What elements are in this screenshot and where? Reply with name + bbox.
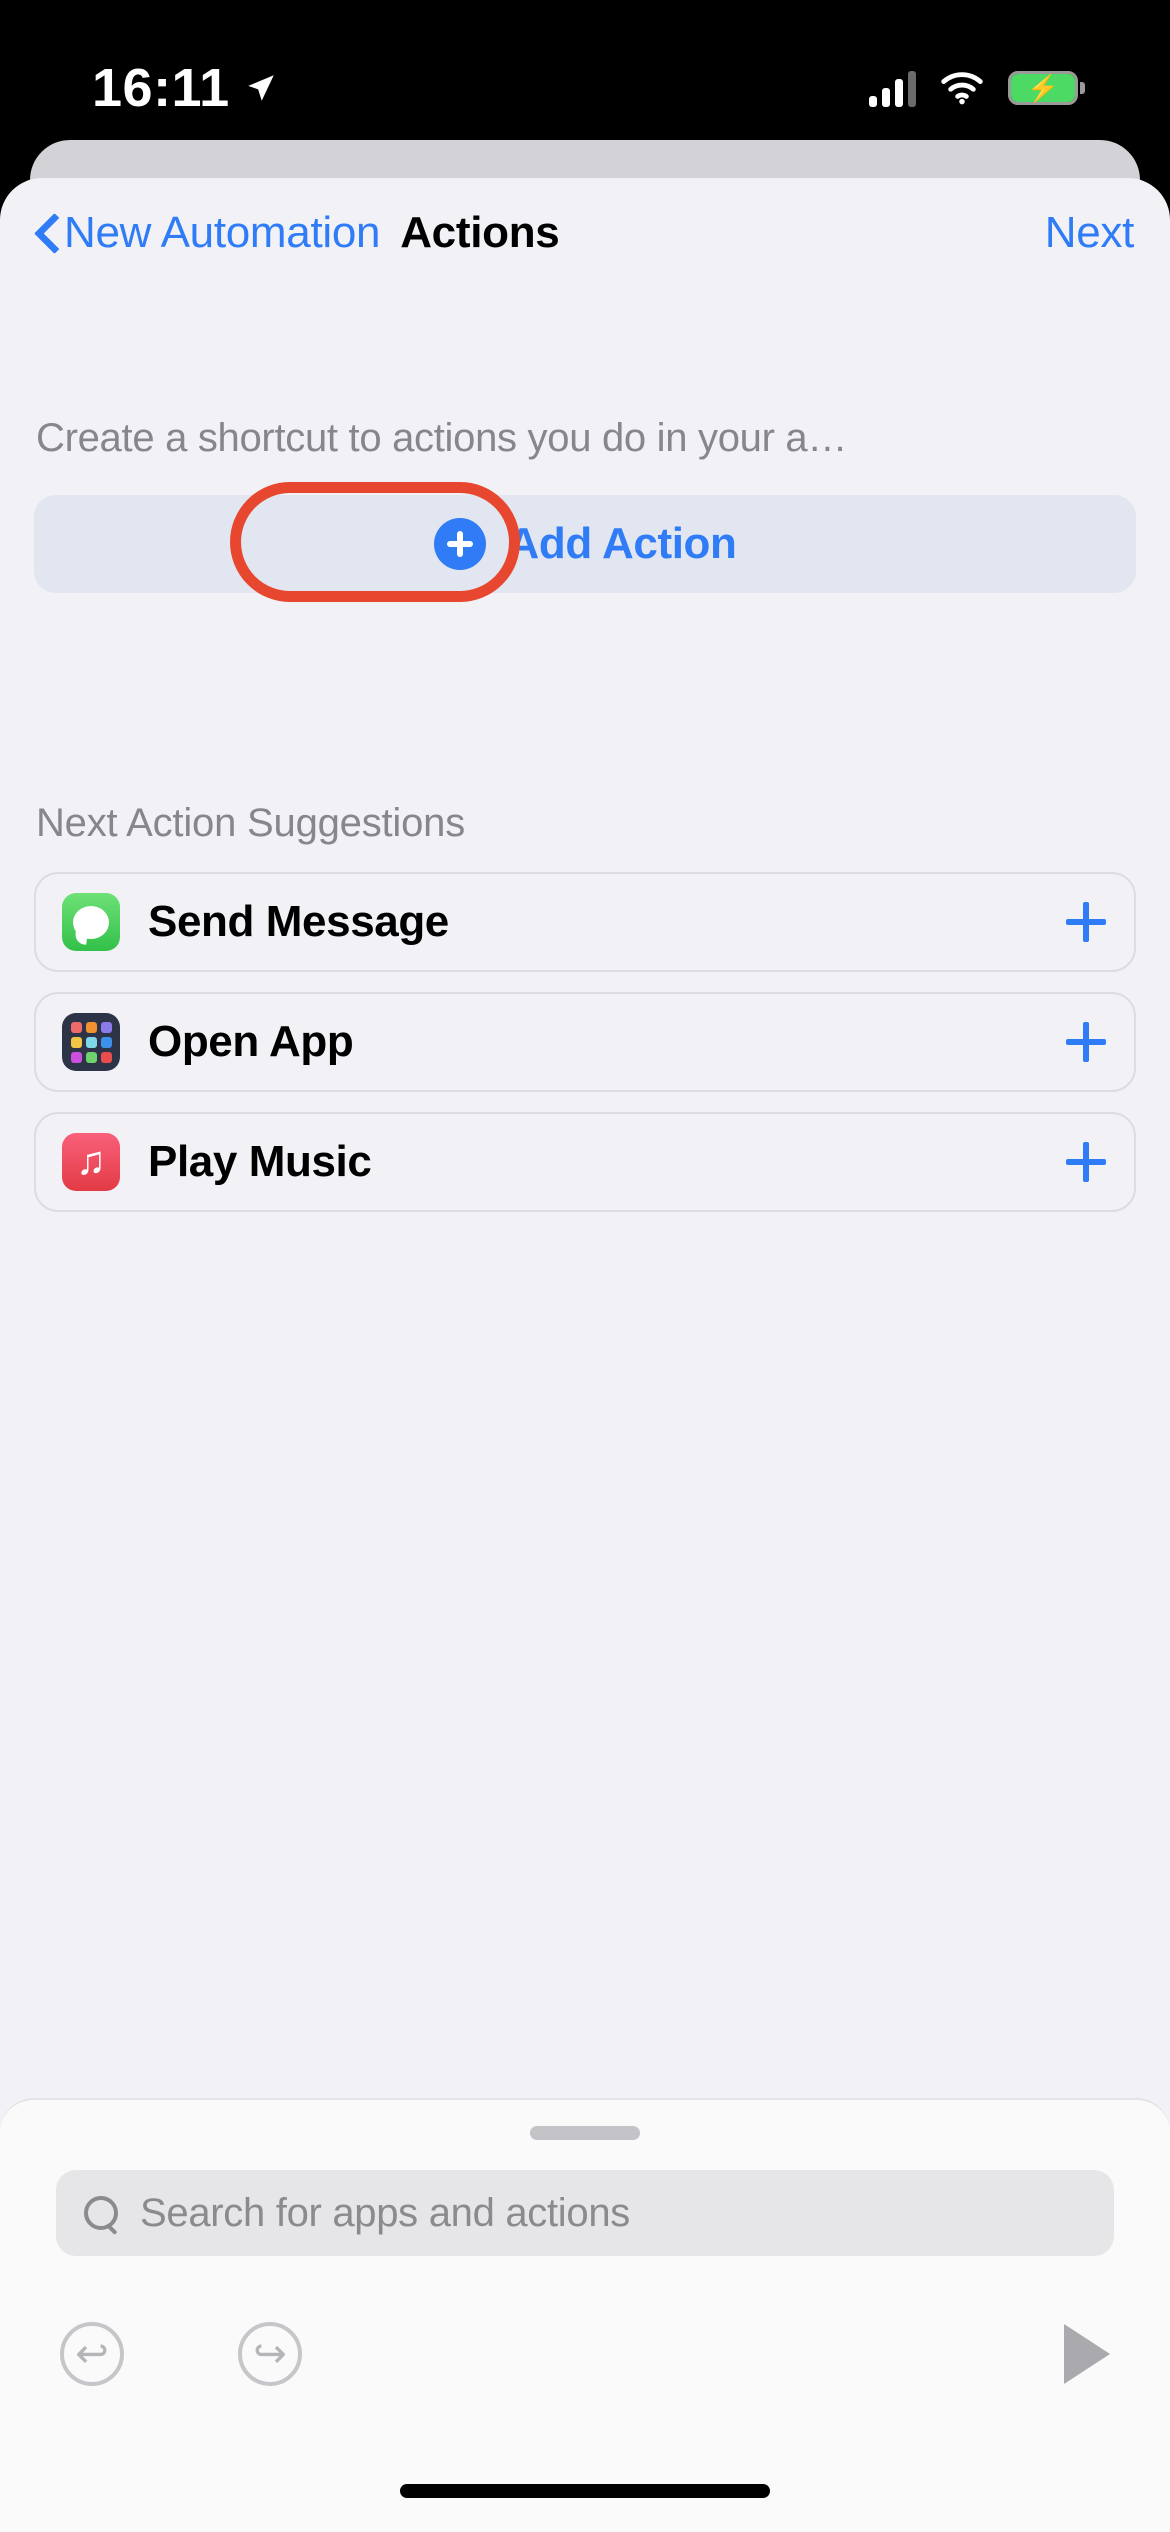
suggestion-label: Play Music bbox=[148, 1137, 371, 1187]
search-icon bbox=[82, 2194, 120, 2232]
play-icon[interactable] bbox=[1064, 2324, 1110, 2384]
home-indicator bbox=[400, 2484, 770, 2498]
messages-app-icon bbox=[62, 893, 120, 951]
suggestion-label: Send Message bbox=[148, 897, 449, 947]
location-arrow-icon bbox=[244, 71, 278, 105]
open-app-grid-icon bbox=[62, 1013, 120, 1071]
undo-icon[interactable]: ↩ bbox=[60, 2322, 124, 2386]
plus-icon[interactable] bbox=[1064, 900, 1108, 944]
page-title: Actions bbox=[400, 208, 559, 258]
suggestion-row-open-app[interactable]: Open App bbox=[34, 992, 1136, 1092]
next-button[interactable]: Next bbox=[1045, 208, 1134, 258]
suggestion-row-send-message[interactable]: Send Message bbox=[34, 872, 1136, 972]
cellular-signal-icon bbox=[869, 69, 916, 107]
suggestions-header: Next Action Suggestions bbox=[36, 801, 1134, 846]
add-action-label: Add Action bbox=[508, 519, 737, 569]
add-action-button[interactable]: Add Action bbox=[408, 518, 763, 570]
navigation-bar: New Automation Actions Next bbox=[0, 178, 1170, 288]
status-bar-left: 16:11 bbox=[92, 61, 278, 115]
search-input[interactable]: Search for apps and actions bbox=[56, 2170, 1114, 2256]
plus-circle-icon bbox=[434, 518, 486, 570]
music-app-icon: ♫ bbox=[62, 1133, 120, 1191]
shortcut-description: Create a shortcut to actions you do in y… bbox=[36, 416, 1134, 461]
plus-icon[interactable] bbox=[1064, 1020, 1108, 1064]
chevron-left-icon bbox=[36, 214, 58, 252]
status-bar-clock: 16:11 bbox=[92, 61, 230, 115]
status-bar-right: ⚡ bbox=[869, 69, 1078, 107]
add-action-band: Add Action bbox=[34, 495, 1136, 593]
undo-glyph: ↩ bbox=[60, 2322, 124, 2386]
editor-toolbar: ↩ ↪ bbox=[0, 2294, 1170, 2414]
redo-glyph: ↪ bbox=[238, 2322, 302, 2386]
search-bottom-sheet: Search for apps and actions ↩ ↪ bbox=[0, 2098, 1170, 2532]
battery-charging-icon: ⚡ bbox=[1008, 71, 1078, 105]
suggestion-label: Open App bbox=[148, 1017, 353, 1067]
sheet-grabber[interactable] bbox=[530, 2126, 640, 2140]
suggestions-list: Send Message Open App ♫ Play Music bbox=[34, 872, 1136, 1212]
actions-sheet: New Automation Actions Next Create a sho… bbox=[0, 178, 1170, 2532]
back-button-label: New Automation bbox=[64, 208, 380, 258]
redo-icon[interactable]: ↪ bbox=[238, 2322, 302, 2386]
wifi-icon bbox=[940, 71, 984, 105]
search-placeholder: Search for apps and actions bbox=[140, 2191, 630, 2236]
plus-icon[interactable] bbox=[1064, 1140, 1108, 1184]
back-button[interactable]: New Automation bbox=[36, 208, 380, 258]
suggestion-row-play-music[interactable]: ♫ Play Music bbox=[34, 1112, 1136, 1212]
